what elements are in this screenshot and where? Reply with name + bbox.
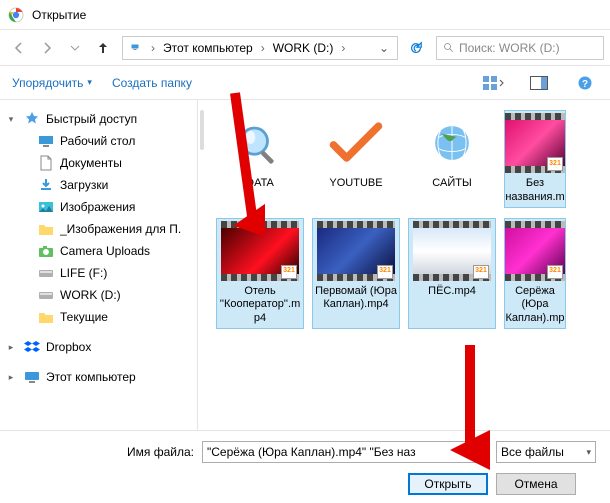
file-pes[interactable]: 321ПЁС.mp4: [408, 218, 496, 329]
collapse-icon[interactable]: ▾: [6, 114, 16, 125]
work-icon: [38, 287, 54, 303]
file-hotel[interactable]: 321Отель ''Кооператор''.mp4: [216, 218, 304, 329]
search-placeholder: Поиск: WORK (D:): [459, 41, 560, 55]
organize-menu[interactable]: Упорядочить▾: [12, 76, 92, 90]
filetype-dropdown[interactable]: Все файлы ▾: [496, 441, 596, 463]
sidebar: ▾ Быстрый доступ Рабочий столДокументыЗа…: [0, 100, 198, 430]
video-thumb: 321: [317, 221, 395, 281]
sidebar-item-downloads[interactable]: Загрузки: [0, 174, 197, 196]
codec-badge-icon: 321: [547, 265, 563, 279]
video-thumb: 321: [221, 221, 299, 281]
pc-icon: [24, 369, 40, 385]
help-button[interactable]: ?: [572, 72, 598, 94]
nav-bar: › Этот компьютер › WORK (D:) › ⌄ Поиск: …: [0, 30, 610, 66]
breadcrumb-dropdown[interactable]: ⌄: [375, 41, 393, 55]
new-folder-button[interactable]: Создать папку: [112, 76, 192, 90]
codec-badge-icon: 321: [473, 265, 489, 279]
desktop-icon: [38, 133, 54, 149]
refresh-button[interactable]: [404, 36, 428, 60]
recent-dropdown[interactable]: [62, 35, 88, 61]
life-icon: [38, 265, 54, 281]
search-input[interactable]: Поиск: WORK (D:): [436, 36, 604, 60]
sidebar-dropbox[interactable]: ▸ Dropbox: [0, 336, 197, 358]
titlebar: Открытие: [0, 0, 610, 30]
file-untitled[interactable]: 321Без названия.m: [504, 110, 566, 208]
codec-badge-icon: 321: [281, 265, 297, 279]
preview-pane-button[interactable]: [526, 72, 552, 94]
up-button[interactable]: [90, 35, 116, 61]
folder-youtube[interactable]: YOUTUBE: [312, 110, 400, 208]
pc-icon: [127, 40, 143, 56]
sidebar-item-picfolder[interactable]: _Изображения для П.: [0, 218, 197, 240]
footer: Имя файла: Все файлы ▾ Открыть Отмена: [0, 430, 610, 495]
open-button[interactable]: Открыть: [408, 473, 488, 495]
folder-sites[interactable]: САЙТЫ: [408, 110, 496, 208]
chevron-right-icon[interactable]: ›: [257, 41, 269, 55]
expand-icon[interactable]: ▸: [6, 372, 16, 383]
pictures-icon: [38, 199, 54, 215]
breadcrumb-segment[interactable]: Этот компьютер: [159, 41, 257, 55]
chrome-icon: [8, 7, 24, 23]
video-thumb: 321: [505, 221, 565, 281]
picfolder-icon: [38, 221, 54, 237]
camera-icon: [38, 243, 54, 259]
expand-icon[interactable]: ▸: [6, 342, 16, 353]
splitter[interactable]: [198, 100, 206, 430]
chevron-down-icon: ▾: [586, 447, 591, 458]
file-sereja[interactable]: 321Серёжа (Юра Каплан).mp: [504, 218, 566, 329]
video-thumb: 321: [413, 221, 491, 281]
breadcrumb[interactable]: › Этот компьютер › WORK (D:) › ⌄: [122, 36, 398, 60]
toolbar: Упорядочить▾ Создать папку ?: [0, 66, 610, 100]
sidebar-item-life[interactable]: LIFE (F:): [0, 262, 197, 284]
back-button[interactable]: [6, 35, 32, 61]
view-menu[interactable]: [480, 72, 506, 94]
folder-icon: [221, 113, 299, 173]
folder-icon: [317, 113, 395, 173]
codec-badge-icon: 321: [377, 265, 393, 279]
svg-text:?: ?: [582, 79, 588, 90]
file-list[interactable]: DATAYOUTUBEСАЙТЫ321Без названия.m 321Отел…: [206, 100, 610, 430]
current-icon: [38, 309, 54, 325]
dialog-body: ▾ Быстрый доступ Рабочий столДокументыЗа…: [0, 100, 610, 430]
forward-button[interactable]: [34, 35, 60, 61]
chevron-right-icon[interactable]: ›: [147, 41, 159, 55]
breadcrumb-segment[interactable]: WORK (D:): [269, 41, 338, 55]
sidebar-this-pc[interactable]: ▸ Этот компьютер: [0, 366, 197, 388]
sidebar-item-work[interactable]: WORK (D:): [0, 284, 197, 306]
sidebar-item-desktop[interactable]: Рабочий стол: [0, 130, 197, 152]
dropbox-icon: [24, 339, 40, 355]
sidebar-item-current[interactable]: Текущие: [0, 306, 197, 328]
video-thumb: 321: [505, 113, 565, 173]
sidebar-item-camera[interactable]: Camera Uploads: [0, 240, 197, 262]
codec-badge-icon: 321: [547, 157, 563, 171]
folder-icon: [413, 113, 491, 173]
sidebar-item-documents[interactable]: Документы: [0, 152, 197, 174]
folder-data[interactable]: DATA: [216, 110, 304, 208]
cancel-button[interactable]: Отмена: [496, 473, 576, 495]
chevron-right-icon[interactable]: ›: [337, 41, 349, 55]
star-icon: [24, 111, 40, 127]
filename-input[interactable]: [202, 441, 480, 463]
filename-label: Имя файла:: [14, 445, 194, 459]
file-pervomay[interactable]: 321Первомай (Юра Каплан).mp4: [312, 218, 400, 329]
sidebar-item-pictures[interactable]: Изображения: [0, 196, 197, 218]
documents-icon: [38, 155, 54, 171]
downloads-icon: [38, 177, 54, 193]
search-icon: [443, 42, 455, 54]
window-title: Открытие: [32, 8, 86, 22]
sidebar-quick-access[interactable]: ▾ Быстрый доступ: [0, 108, 197, 130]
